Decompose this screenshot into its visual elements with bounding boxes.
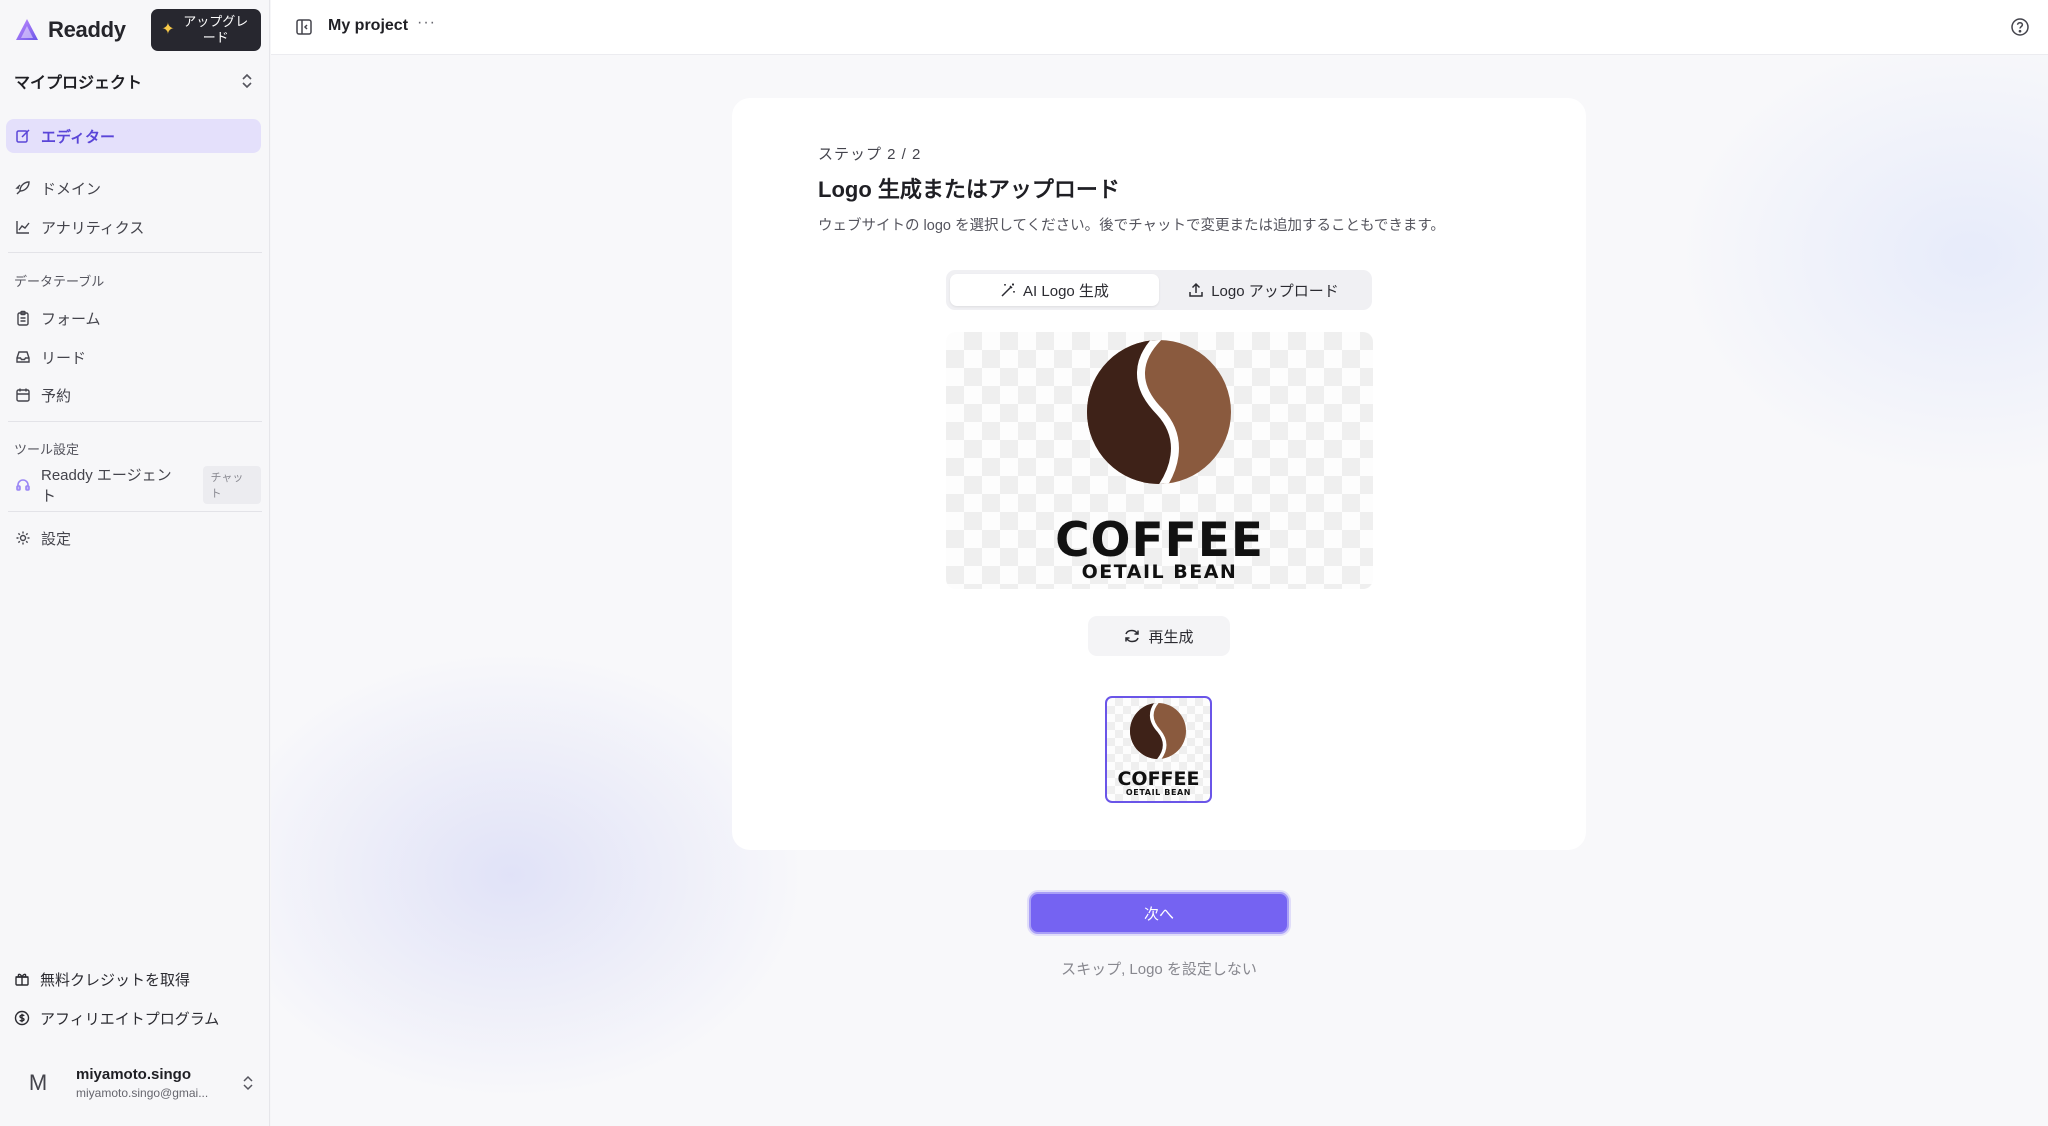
refresh-icon	[1125, 629, 1140, 643]
headset-icon	[16, 479, 30, 491]
rocket-icon	[15, 181, 30, 195]
next-button[interactable]: 次へ	[1029, 892, 1289, 934]
skip-link[interactable]: スキップ, Logo を設定しない	[1029, 958, 1289, 979]
sidebar-item-analytics[interactable]: アナリティクス	[6, 210, 261, 244]
tab-ai-logo[interactable]: AI Logo 生成	[950, 274, 1159, 306]
brand-name: Readdy	[48, 17, 126, 42]
edit-icon	[16, 129, 30, 143]
sidebar: Readdy ✦ アップグレード マイプロジェクト エディター ドメイン アナリ…	[0, 0, 270, 1126]
sparkle-icon: ✦	[161, 21, 175, 38]
chevron-up-down-icon	[242, 73, 252, 89]
brand-logo[interactable]: Readdy	[14, 14, 126, 46]
user-name: miyamoto.singo	[76, 1066, 192, 1083]
magic-wand-icon	[1001, 283, 1015, 297]
sidebar-item-label: ドメイン	[41, 180, 102, 198]
project-selector[interactable]: マイプロジェクト	[14, 68, 254, 94]
thumbnail-wordmark: COFFEE	[1117, 768, 1200, 790]
sidebar-item-label: リード	[41, 349, 87, 367]
free-credit-link[interactable]: 無料クレジットを取得	[14, 966, 254, 992]
chevron-up-down-icon	[243, 1075, 253, 1091]
help-icon[interactable]	[2010, 17, 2030, 37]
sidebar-item-label: アナリティクス	[41, 219, 145, 237]
divider	[8, 421, 262, 422]
sidebar-item-agent[interactable]: Readdy エージェント チャット	[6, 466, 261, 505]
calendar-icon	[16, 388, 30, 402]
tab-label: AI Logo 生成	[1023, 282, 1109, 300]
sidebar-item-editor[interactable]: エディター	[6, 119, 261, 153]
logo-tagline: OETAIL BEAN	[1081, 561, 1238, 583]
gift-icon	[15, 973, 29, 986]
tab-label: Logo アップロード	[1211, 282, 1339, 300]
inbox-icon	[16, 351, 30, 363]
user-info: miyamoto.singo miyamoto.singo@gmai...	[76, 1066, 228, 1100]
upgrade-button[interactable]: ✦ アップグレード	[151, 9, 261, 51]
sidebar-item-label: エディター	[41, 128, 115, 146]
step-indicator: ステップ 2 / 2	[818, 146, 922, 163]
sidebar-item-domain[interactable]: ドメイン	[6, 171, 261, 205]
chat-badge: チャット	[203, 466, 261, 504]
sidebar-item-settings[interactable]: 設定	[6, 521, 261, 555]
affiliate-label: アフィリエイトプログラム	[40, 1010, 220, 1028]
logo-thumbnail-selected[interactable]: COFFEE OETAIL BEAN	[1105, 696, 1212, 803]
readdy-logo-icon	[16, 19, 38, 40]
project-selector-label: マイプロジェクト	[14, 75, 143, 92]
sidebar-item-label: フォーム	[41, 310, 101, 328]
affiliate-link[interactable]: アフィリエイトプログラム	[14, 1005, 254, 1031]
section-label-data-tables: データテーブル	[14, 274, 105, 289]
user-menu[interactable]: M miyamoto.singo miyamoto.singo@gmai...	[14, 1055, 254, 1111]
dollar-circle-icon	[14, 1010, 30, 1026]
sidebar-item-label: 設定	[41, 530, 72, 548]
free-credit-label: 無料クレジットを取得	[40, 971, 191, 989]
clipboard-icon	[17, 310, 29, 326]
gear-icon	[16, 531, 30, 545]
sidebar-toggle-icon[interactable]	[295, 18, 313, 36]
logo-wordmark: COFFEE	[1055, 513, 1264, 568]
sidebar-item-forms[interactable]: フォーム	[6, 301, 261, 335]
thumbnail-tagline: OETAIL BEAN	[1125, 788, 1192, 797]
sidebar-item-label: 予約	[41, 387, 72, 405]
logo-mode-tabs: AI Logo 生成 Logo アップロード	[946, 270, 1372, 310]
sidebar-item-bookings[interactable]: 予約	[6, 378, 261, 412]
regenerate-button[interactable]: 再生成	[1088, 616, 1230, 656]
wizard-description: ウェブサイトの logo を選択してください。後でチャットで変更または追加するこ…	[818, 218, 1445, 234]
divider	[8, 511, 262, 512]
divider	[8, 252, 262, 253]
sidebar-item-label: Readdy エージェント	[41, 467, 172, 505]
upgrade-label: アップグレード	[183, 14, 249, 45]
chart-icon	[16, 221, 30, 234]
topbar: My project ···	[271, 0, 2048, 55]
sidebar-item-leads[interactable]: リード	[6, 340, 261, 374]
section-label-tools: ツール設定	[14, 442, 80, 457]
wizard-title: Logo 生成またはアップロード	[818, 177, 1120, 202]
page-title: My project	[328, 17, 409, 34]
regenerate-label: 再生成	[1148, 628, 1194, 646]
upload-icon	[1189, 282, 1203, 297]
logo-preview: COFFEE OETAIL BEAN	[946, 332, 1373, 589]
user-email: miyamoto.singo@gmai...	[76, 1086, 209, 1100]
logo-wizard-card: ステップ 2 / 2 Logo 生成またはアップロード ウェブサイトの logo…	[732, 98, 1586, 850]
tab-logo-upload[interactable]: Logo アップロード	[1159, 274, 1368, 306]
more-options-icon[interactable]: ···	[417, 14, 436, 32]
avatar: M	[28, 1070, 48, 1095]
coffee-bean-thumbnail-icon	[1130, 703, 1186, 759]
